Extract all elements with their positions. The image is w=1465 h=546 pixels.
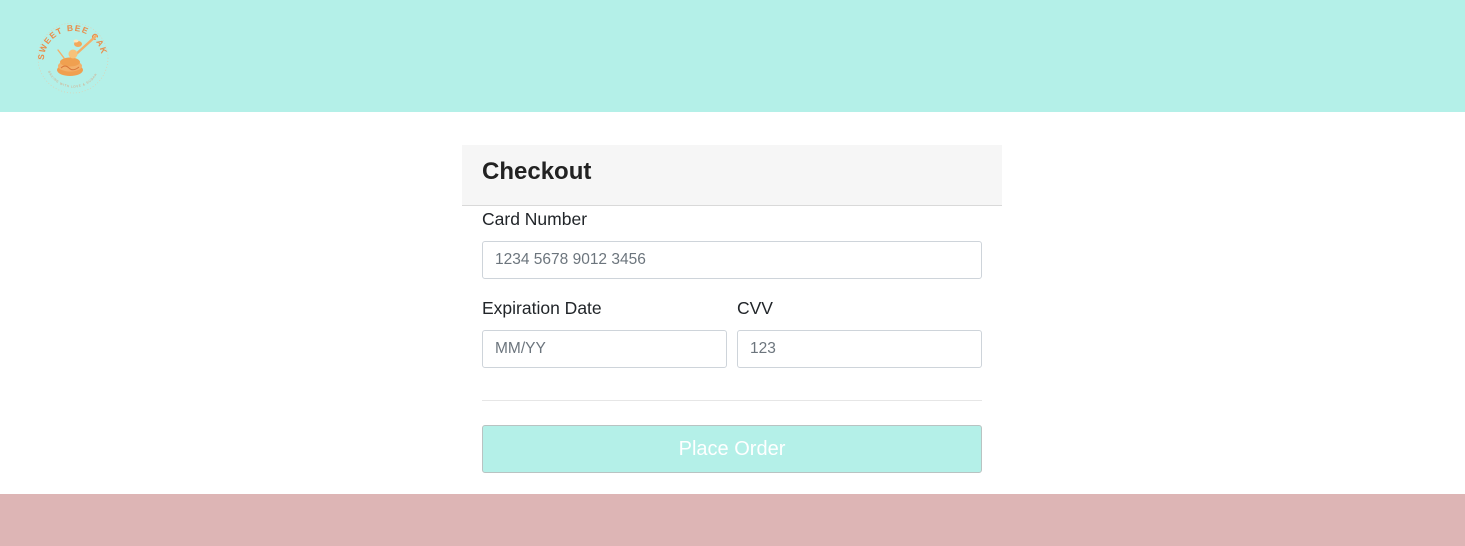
checkout-card: Checkout Card Number Expiration Date CVV… [462,145,1002,493]
cvv-group: CVV [737,298,982,368]
site-footer [0,494,1465,546]
card-number-group: Card Number [482,209,982,279]
cvv-label: CVV [737,298,773,318]
payment-form: Card Number Expiration Date CVV Place Or… [462,206,1002,493]
card-number-input[interactable] [482,240,982,279]
expiration-date-label: Expiration Date [482,298,602,318]
checkout-card-header: Checkout [462,145,1002,206]
expiration-group: Expiration Date [482,298,727,368]
card-number-label: Card Number [482,209,588,229]
checkout-title: Checkout [482,158,592,185]
form-divider [482,400,982,401]
bee-cake-logo-icon: SWEET BEE CAKES BAKING WITH LOVE & SUGAR [31,10,108,94]
place-order-button[interactable]: Place Order [482,425,982,473]
expiry-cvv-row: Expiration Date CVV [482,298,982,370]
cvv-input[interactable] [737,329,982,368]
site-header: SWEET BEE CAKES BAKING WITH LOVE & SUGAR [0,0,1465,112]
expiration-date-input[interactable] [482,329,727,368]
brand-logo[interactable]: SWEET BEE CAKES BAKING WITH LOVE & SUGAR [31,10,112,96]
